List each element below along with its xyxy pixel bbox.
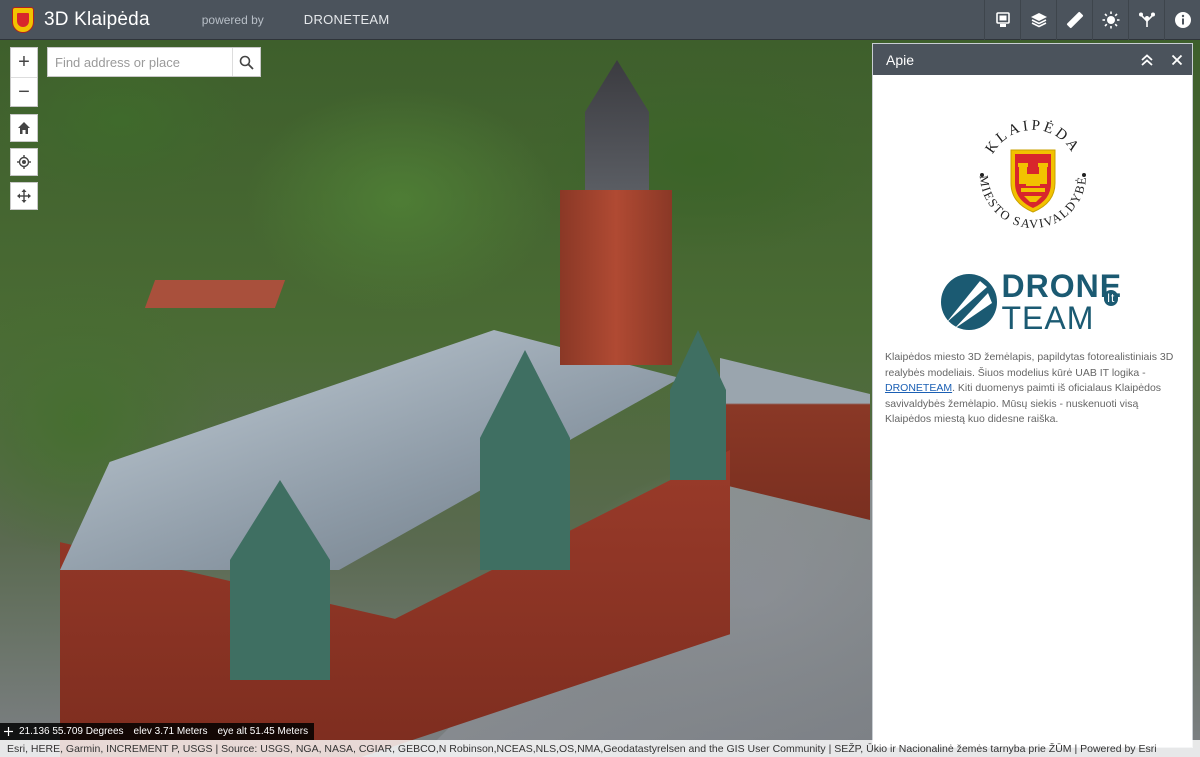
share-button[interactable] [1128,0,1164,40]
map-attribution: Esri, HERE, Garmin, INCREMENT P, USGS | … [0,740,1200,757]
elevation-value: elev 3.71 Meters [133,726,208,737]
layers-button[interactable] [1020,0,1056,40]
search-input[interactable] [48,48,232,76]
search-box [47,47,261,77]
search-icon [239,55,254,70]
chevron-double-up-icon [1141,53,1153,66]
zoom-out-button[interactable]: − [11,77,37,106]
pan-mode-button[interactable] [10,182,38,210]
droneteam-logo: DRONE TEAM lt [940,270,1126,334]
home-icon [18,122,30,134]
crosshair-icon [4,727,13,736]
klaipeda-municipality-logo: KLAIPĖDA MIESTO SAVIVALDYBĖ [966,108,1100,242]
measure-button[interactable] [1056,0,1092,40]
coat-of-arms-icon [12,6,34,33]
info-button[interactable] [1164,0,1200,40]
legend-icon [995,12,1010,27]
droneteam-link[interactable]: DRONETEAM [885,382,952,394]
locate-icon [17,155,31,169]
app-header: 3D Klaipėda powered by DRONETEAM [0,0,1200,40]
about-text: Klaipėdos miesto 3D žemėlapis, papildyta… [885,350,1181,428]
building-gable [670,330,726,480]
coordinate-readout: 21.136 55.709 Degrees elev 3.71 Meters e… [0,723,315,740]
coordinates-value: 21.136 55.709 Degrees [19,726,124,737]
legend-button[interactable] [984,0,1020,40]
about-panel: Apie KLAIPĖDA MIESTO SAVIVALDYBĖ DRONE T… [872,43,1193,748]
powered-by-label: powered by [201,12,264,27]
header-toolbar [984,0,1200,40]
info-icon [1174,12,1191,28]
droneteam-logo-line2: TEAM [1001,300,1095,336]
about-text-part1: Klaipėdos miesto 3D žemėlapis, papildyta… [885,351,1174,379]
eye-altitude-value: eye alt 51.45 Meters [217,726,309,737]
building-tower [560,190,672,365]
daylight-button[interactable] [1092,0,1128,40]
collapse-panel-button[interactable] [1132,44,1162,75]
daylight-icon [1102,11,1119,29]
measure-icon [1066,11,1083,29]
zoom-control: + − [10,47,38,107]
tower-spire [585,60,649,190]
share-icon [1138,12,1155,27]
droneteam-mark-icon [940,274,997,330]
locate-button[interactable] [10,148,38,176]
search-button[interactable] [232,48,260,76]
close-panel-button[interactable] [1162,44,1192,75]
brand-name[interactable]: DRONETEAM [304,12,390,27]
panel-title: Apie [886,51,915,68]
background-rooftop [144,280,286,308]
app-title: 3D Klaipėda [44,8,150,30]
layers-icon [1030,13,1047,28]
zoom-in-button[interactable]: + [11,48,37,77]
panel-header: Apie [873,44,1192,75]
close-icon [1171,54,1183,65]
pan-icon [17,189,31,203]
home-button[interactable] [10,114,38,142]
droneteam-lt-badge: lt [1104,290,1119,306]
